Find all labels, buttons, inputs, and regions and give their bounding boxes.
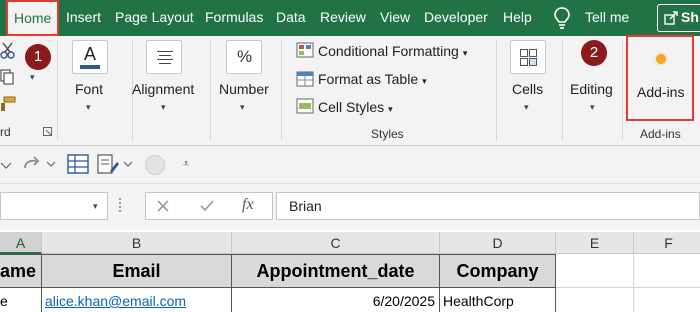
- formula-bar: ▾ fx Brian: [0, 184, 700, 230]
- formula-buttons: fx: [145, 192, 273, 220]
- table-cell-empty[interactable]: [556, 288, 634, 312]
- font-chevron-icon[interactable]: ▾: [86, 102, 91, 113]
- font-group-label[interactable]: Font: [75, 81, 103, 97]
- add-ins-group-label: Add-ins: [640, 127, 681, 141]
- formula-bar-grip[interactable]: [119, 198, 123, 212]
- percent-icon: %: [237, 47, 253, 66]
- edit-document-icon[interactable]: [97, 154, 119, 174]
- add-ins-highlight-box: [626, 35, 694, 121]
- redo-icon[interactable]: [22, 156, 42, 172]
- cells-chevron-icon[interactable]: ▾: [524, 102, 529, 113]
- table-cell-name[interactable]: e: [0, 288, 42, 312]
- menu-bar: Home Insert Page Layout Formulas Data Re…: [0, 0, 700, 36]
- cells-group-icon[interactable]: [510, 40, 546, 74]
- tab-insert[interactable]: Insert: [66, 0, 101, 36]
- table-cell-empty[interactable]: [556, 254, 634, 288]
- tab-formulas[interactable]: Formulas: [205, 0, 263, 36]
- tab-view[interactable]: View: [380, 0, 410, 36]
- copy-dropdown-chevron-icon[interactable]: ▾: [30, 72, 35, 83]
- table-icon[interactable]: [67, 154, 89, 174]
- cut-icon[interactable]: [0, 42, 16, 60]
- column-header-c[interactable]: C: [232, 232, 440, 254]
- table-cell-empty[interactable]: [634, 254, 700, 288]
- name-box-dropdown-icon[interactable]: ▾: [93, 201, 98, 212]
- share-button[interactable]: Sh: [657, 4, 700, 32]
- table-header-cell-appointment-date[interactable]: Appointment_date: [232, 254, 440, 288]
- ribbon: ▾ 1 rd A Font ▾ Alignment ▾ % Number ▾ C…: [0, 36, 700, 146]
- number-group-icon[interactable]: %: [226, 40, 262, 74]
- cancel-icon[interactable]: [156, 199, 170, 213]
- group-separator: [281, 40, 282, 140]
- editing-chevron-icon[interactable]: ▾: [590, 102, 595, 113]
- tab-home[interactable]: Home: [6, 0, 60, 36]
- format-as-table-icon[interactable]: [296, 71, 314, 87]
- table-cell-company[interactable]: HealthCorp: [440, 288, 556, 312]
- tab-help[interactable]: Help: [503, 0, 532, 36]
- step-2-callout: 2: [581, 40, 607, 66]
- tell-me-search[interactable]: Tell me: [585, 0, 629, 36]
- tab-page-layout[interactable]: Page Layout: [115, 0, 194, 36]
- redo-dropdown-icon[interactable]: [46, 158, 56, 170]
- table-cell-empty[interactable]: [634, 288, 700, 312]
- number-chevron-icon[interactable]: ▾: [240, 102, 245, 113]
- tab-developer[interactable]: Developer: [424, 0, 488, 36]
- conditional-formatting-button[interactable]: Conditional Formatting ▾: [318, 43, 467, 59]
- font-group-icon[interactable]: A: [72, 40, 108, 74]
- table-cell-email-link[interactable]: alice.khan@email.com: [42, 288, 232, 312]
- alignment-chevron-icon[interactable]: ▾: [161, 102, 166, 113]
- number-group-label[interactable]: Number: [219, 81, 269, 97]
- table-header-cell-company[interactable]: Company: [440, 254, 556, 288]
- group-separator: [210, 40, 211, 140]
- table-header-cell-email[interactable]: Email: [42, 254, 232, 288]
- cell-styles-icon[interactable]: [296, 98, 314, 114]
- enter-check-icon[interactable]: [199, 199, 215, 213]
- table-header-cell-name[interactable]: ame: [0, 254, 42, 288]
- alignment-group-label[interactable]: Alignment: [132, 81, 194, 97]
- customize-toolbar-icon[interactable]: ⩡: [183, 158, 189, 171]
- alignment-group-icon[interactable]: [146, 40, 182, 74]
- column-header-d[interactable]: D: [440, 232, 556, 254]
- group-separator: [622, 40, 623, 140]
- format-painter-icon[interactable]: [0, 96, 16, 112]
- conditional-formatting-icon[interactable]: [296, 42, 314, 58]
- quick-access-toolbar: ⩡: [0, 146, 700, 184]
- tab-data[interactable]: Data: [276, 0, 306, 36]
- cells-group-label[interactable]: Cells: [512, 81, 543, 97]
- dialog-launcher-icon[interactable]: [43, 127, 53, 137]
- formula-input[interactable]: Brian: [276, 192, 700, 220]
- group-separator: [57, 40, 58, 140]
- circle-shape-icon[interactable]: [145, 155, 165, 175]
- cell-styles-button[interactable]: Cell Styles ▾: [318, 99, 393, 115]
- editing-group-label[interactable]: Editing: [570, 81, 613, 97]
- edit-dropdown-icon[interactable]: [123, 158, 133, 170]
- column-header-a[interactable]: A: [0, 232, 42, 254]
- name-box[interactable]: ▾: [0, 192, 108, 220]
- column-header-e[interactable]: E: [556, 232, 634, 254]
- column-header-f[interactable]: F: [634, 232, 700, 254]
- format-as-table-button[interactable]: Format as Table ▾: [318, 71, 427, 87]
- clipboard-group-label: rd: [0, 125, 11, 139]
- lightbulb-icon[interactable]: [553, 6, 571, 30]
- tab-review[interactable]: Review: [320, 0, 366, 36]
- table-cell-appointment-date[interactable]: 6/20/2025: [232, 288, 440, 312]
- copy-icon[interactable]: [0, 69, 14, 85]
- group-separator: [562, 40, 563, 140]
- share-icon: [664, 11, 678, 25]
- step-1-callout: 1: [25, 44, 51, 70]
- group-separator: [496, 40, 497, 140]
- share-label: Sh: [681, 9, 699, 25]
- column-header-b[interactable]: B: [42, 232, 232, 254]
- insert-function-icon[interactable]: fx: [242, 196, 254, 214]
- styles-group-label: Styles: [371, 127, 404, 141]
- undo-dropdown-icon[interactable]: [0, 158, 12, 172]
